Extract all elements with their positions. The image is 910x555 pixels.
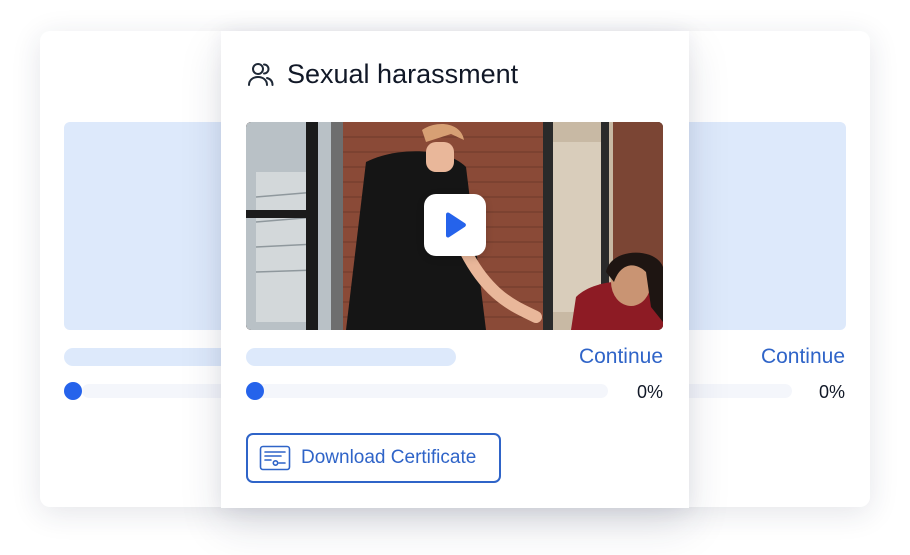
course-video[interactable] (246, 122, 663, 330)
course-title: Sexual harassment (287, 59, 519, 89)
left-course-progress-track (82, 384, 242, 398)
progress-track (246, 384, 608, 398)
certificate-icon (259, 445, 291, 471)
progress-knob (246, 382, 264, 400)
download-certificate-button[interactable]: Download Certificate (246, 433, 501, 483)
course-carousel: Continue 0% Sexual harassment Continue 0… (0, 0, 910, 555)
continue-link[interactable]: Continue (579, 344, 663, 370)
course-subtitle-placeholder (246, 348, 456, 366)
right-course-continue-link[interactable]: Continue (700, 344, 845, 370)
left-course-progress-knob (64, 382, 82, 400)
play-button[interactable] (424, 194, 486, 256)
course-card: Sexual harassment Continue 0% Download C… (221, 31, 689, 508)
download-certificate-label: Download Certificate (301, 447, 477, 468)
users-icon (246, 59, 276, 89)
left-course-title-placeholder (64, 348, 244, 366)
right-course-progress-track (680, 384, 792, 398)
play-icon (446, 212, 466, 238)
right-course-progress-percent: 0% (818, 382, 845, 402)
progress-percent: 0% (636, 382, 663, 402)
course-header: Sexual harassment (246, 57, 518, 91)
